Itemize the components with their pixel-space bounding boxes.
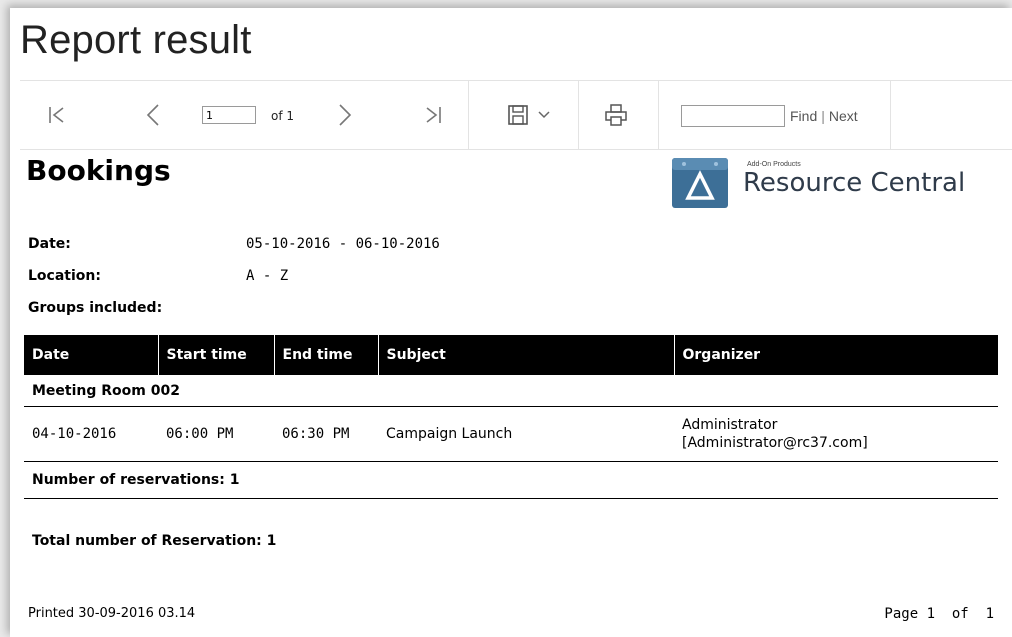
print-icon: [605, 104, 627, 126]
previous-page-button[interactable]: [138, 81, 168, 149]
print-button[interactable]: [594, 81, 638, 149]
next-page-button[interactable]: [330, 81, 360, 149]
last-page-button[interactable]: [418, 81, 448, 149]
find-link[interactable]: Find: [790, 108, 817, 124]
first-page-button[interactable]: [42, 81, 72, 149]
first-page-icon: [49, 107, 64, 123]
report-heading: Bookings: [26, 154, 171, 187]
organizer-email: [Administrator@rc37.com]: [682, 435, 868, 451]
cell-end-time: 06:30 PM: [274, 406, 378, 462]
report-body: Bookings Add-On Products Resource Centra…: [10, 148, 1012, 637]
save-icon: [508, 105, 528, 125]
meta-location-value: A - Z: [246, 268, 289, 284]
report-window: Report result of 1: [10, 8, 1012, 637]
toolbar-separator: [578, 81, 579, 149]
find-next-link[interactable]: Next: [829, 108, 858, 124]
group-summary-row: Number of reservations: 1: [24, 461, 998, 499]
column-header: End time: [274, 335, 379, 375]
cell-date: 04-10-2016: [24, 406, 158, 462]
toolbar-separator: [468, 81, 469, 149]
cell-subject: Campaign Launch: [378, 406, 674, 462]
page-title: Report result: [20, 18, 252, 62]
chevron-down-icon: [538, 111, 550, 119]
page-indicator: Page 1 of 1: [884, 606, 994, 622]
previous-page-icon: [146, 104, 159, 126]
column-header: Start time: [158, 335, 275, 375]
find-separator: |: [821, 108, 825, 124]
table-row: 04-10-2016 06:00 PM 06:30 PM Campaign La…: [24, 406, 998, 462]
toolbar-separator: [658, 81, 659, 149]
next-page-icon: [339, 104, 352, 126]
column-header: Organizer: [674, 335, 998, 375]
printed-timestamp: Printed 30-09-2016 03.14: [28, 606, 196, 621]
brand-tagline: Add-On Products: [747, 161, 801, 168]
meta-date-label: Date:: [28, 236, 71, 252]
page-number-input[interactable]: [202, 106, 256, 124]
column-header: Date: [24, 335, 159, 375]
resource-central-logo-icon: [672, 158, 728, 208]
toolbar-separator: [890, 81, 891, 149]
export-button[interactable]: [494, 81, 564, 149]
meta-groups-label: Groups included:: [28, 300, 163, 316]
column-header: Subject: [378, 335, 675, 375]
cell-start-time: 06:00 PM: [158, 406, 274, 462]
meta-location-label: Location:: [28, 268, 101, 284]
bookings-table: Date Start time End time Subject Organiz…: [24, 335, 998, 561]
last-page-icon: [426, 107, 441, 123]
spacer-row: [24, 499, 998, 522]
group-summary: Number of reservations: 1: [24, 461, 998, 499]
organizer-name: Administrator: [682, 417, 778, 433]
cell-organizer: Administrator [Administrator@rc37.com]: [674, 406, 998, 462]
meta-date-value: 05-10-2016 - 06-10-2016: [246, 236, 440, 252]
find-links: Find | Next: [790, 108, 858, 124]
find-input[interactable]: [681, 105, 785, 127]
page-count-label: of 1: [271, 109, 295, 123]
brand-name: Resource Central: [743, 168, 966, 198]
report-toolbar: of 1: [20, 80, 1012, 150]
total-row: Total number of Reservation: 1: [24, 521, 998, 561]
group-name: Meeting Room 002: [24, 375, 998, 407]
group-row: Meeting Room 002: [24, 375, 998, 407]
total-summary: Total number of Reservation: 1: [32, 533, 277, 549]
table-header-row: Date Start time End time Subject Organiz…: [24, 335, 998, 375]
